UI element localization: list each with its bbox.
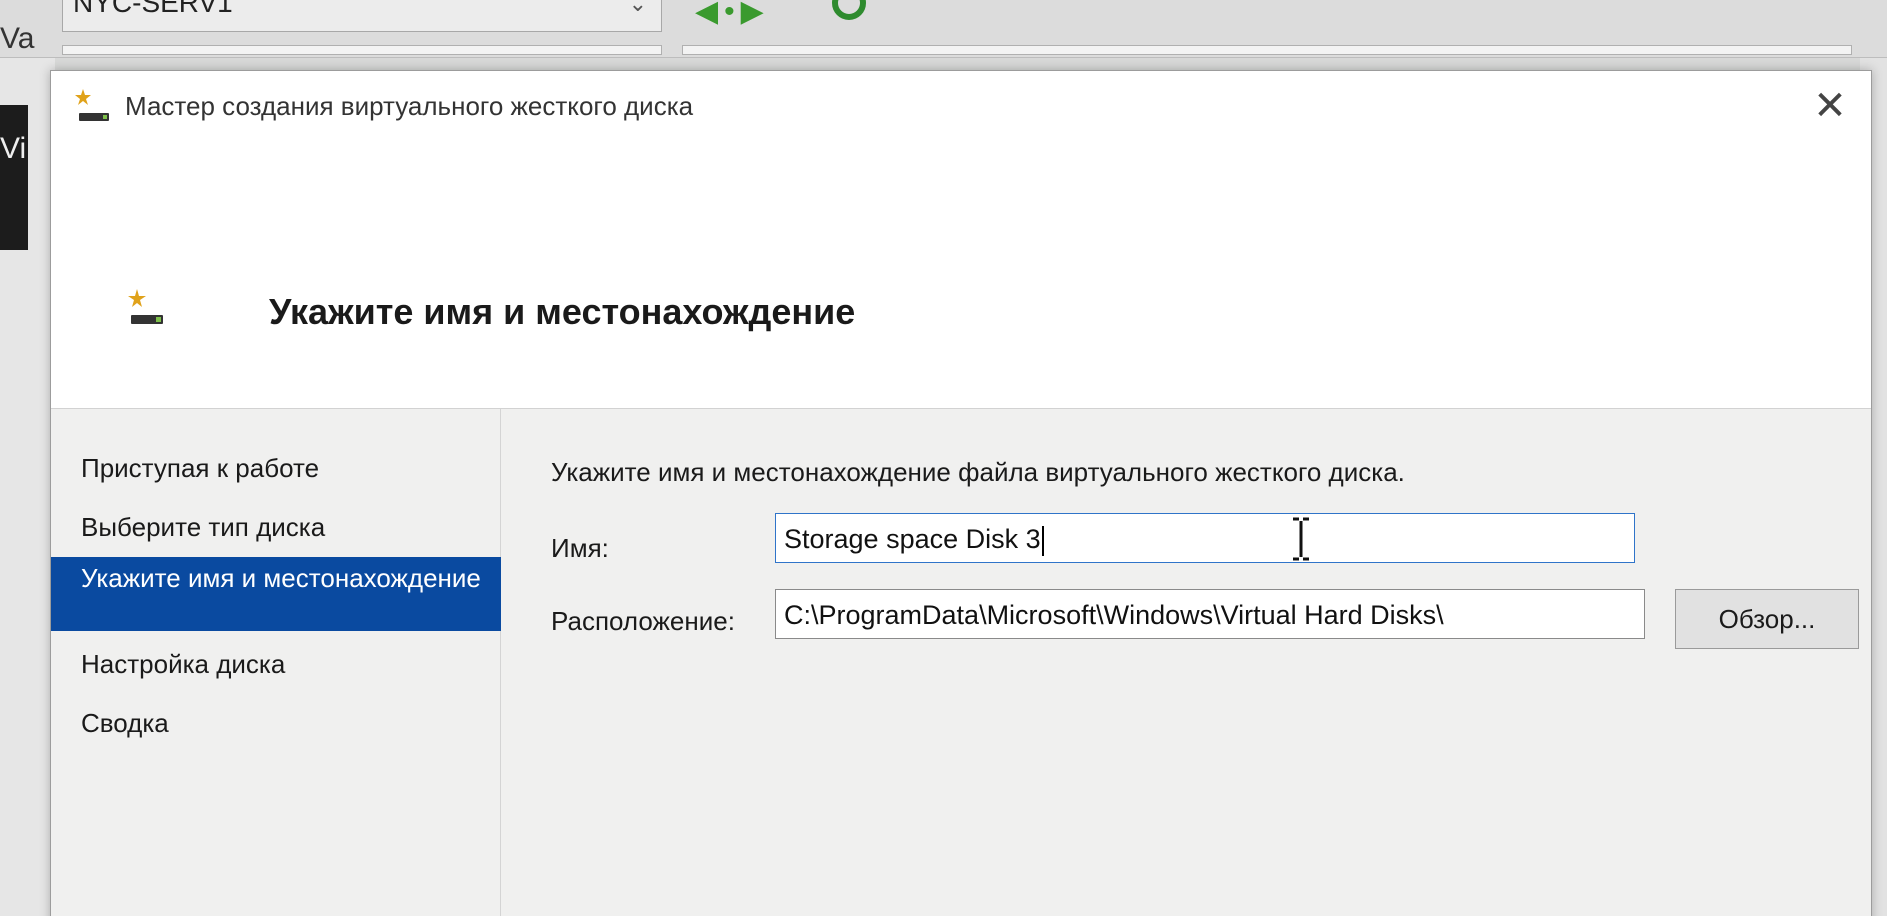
name-input-value: Storage space Disk 3 [784, 524, 1041, 554]
location-input-value: C:\ProgramData\Microsoft\Windows\Virtual… [784, 600, 1444, 630]
step-getting-started[interactable]: Приступая к работе [51, 453, 319, 484]
host-pane-left [62, 45, 662, 55]
name-label: Имя: [551, 533, 609, 563]
location-label: Расположение: [551, 606, 735, 636]
page-title: Укажите имя и местонахождение [269, 291, 856, 332]
wizard-header: Укажите имя и местонахождение [51, 139, 1871, 409]
host-text-fragment: Vi [0, 132, 27, 165]
back-arrow-icon[interactable]: ◀•▶ [695, 0, 770, 29]
location-input[interactable]: C:\ProgramData\Microsoft\Windows\Virtual… [775, 589, 1645, 639]
wizard-content: Укажите имя и местонахождение файла вирт… [551, 409, 1859, 916]
chevron-down-icon[interactable]: ⌄ [629, 0, 647, 17]
text-caret [1041, 525, 1044, 556]
dialog-title: Мастер создания виртуального жесткого ди… [125, 91, 694, 121]
host-toolbar: NYC-SERV1 ⌄ ◀•▶ [0, 0, 1887, 58]
step-specify-name-location[interactable]: Укажите имя и местонахождение [51, 557, 501, 631]
name-input[interactable]: Storage space Disk 3 [775, 513, 1635, 563]
disk-wizard-icon [128, 289, 163, 324]
server-combo[interactable]: NYC-SERV1 ⌄ [62, 0, 662, 32]
step-configure-disk[interactable]: Настройка диска [51, 649, 285, 680]
refresh-icon[interactable] [832, 0, 866, 20]
text-cursor-icon [1293, 517, 1309, 561]
wizard-body: Приступая к работе Выберите тип диска Ук… [51, 409, 1871, 916]
step-choose-disk-type[interactable]: Выберите тип диска [51, 512, 325, 543]
screen: NYC-SERV1 ⌄ ◀•▶ Va Vi Мастер создания ви… [0, 0, 1887, 916]
host-pane-right [682, 45, 1852, 55]
host-dark-panel [0, 105, 28, 250]
disk-wizard-icon [75, 89, 109, 121]
new-vhd-wizard-dialog: Мастер создания виртуального жесткого ди… [50, 70, 1872, 916]
wizard-steps: Приступая к работе Выберите тип диска Ук… [51, 409, 501, 916]
server-combo-value: NYC-SERV1 [73, 0, 233, 18]
browse-button[interactable]: Обзор... [1675, 589, 1859, 649]
step-summary[interactable]: Сводка [51, 708, 169, 739]
dialog-titlebar[interactable]: Мастер создания виртуального жесткого ди… [51, 71, 1871, 139]
close-icon[interactable]: ✕ [1805, 81, 1855, 131]
host-text-fragment: Va [0, 22, 35, 55]
instruction-text: Укажите имя и местонахождение файла вирт… [551, 457, 1405, 487]
